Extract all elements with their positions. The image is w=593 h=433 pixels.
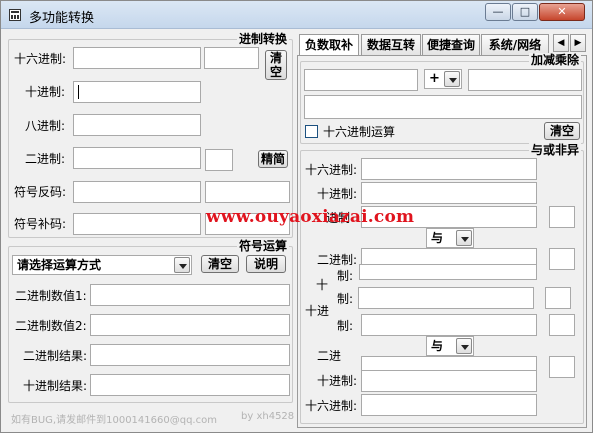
logic-hex1-label: 十六进制:: [305, 163, 358, 177]
dec-label: 十进制:: [25, 85, 66, 99]
logic-bin4-extra-input[interactable]: [549, 356, 575, 378]
ones-complement-label: 符号反码:: [14, 185, 67, 199]
logic-ghost-label-a: 制:: [337, 269, 354, 283]
logic-dec1-label: 十进制:: [317, 187, 358, 201]
title-bar: 多功能转换 — □ ✕: [1, 1, 592, 29]
symbol-ops-title: 符号运算: [237, 239, 290, 253]
tab-quick-query[interactable]: 便捷查询: [422, 34, 480, 55]
help-button[interactable]: 说明: [246, 255, 286, 273]
text-caret: [78, 85, 79, 99]
tab-data-convert[interactable]: 数据互转: [361, 34, 421, 55]
oct-input[interactable]: [73, 114, 201, 136]
hex-operation-label: 十六进制运算: [323, 125, 396, 139]
operation-select[interactable]: 请选择运算方式: [12, 255, 192, 275]
twos-complement-input[interactable]: [73, 213, 201, 235]
bin-label: 二进制:: [25, 152, 66, 166]
bin-value2-label: 二进制数值2:: [15, 319, 87, 333]
bin-value2-input[interactable]: [90, 314, 290, 336]
logic-hex2-label: 十六进制:: [305, 399, 358, 413]
logic-ghost-label-c: 制:: [337, 292, 354, 306]
operator-value: +: [429, 71, 440, 86]
arith-right-input[interactable]: [468, 69, 582, 91]
bin-result-input[interactable]: [90, 344, 290, 366]
logic-op1-select[interactable]: 与: [426, 228, 474, 248]
logic-bin1-extra-input[interactable]: [549, 206, 575, 228]
logic-hex1-input[interactable]: [361, 158, 537, 180]
hex-operation-checkbox[interactable]: [305, 125, 318, 138]
operation-select-value: 请选择运算方式: [17, 258, 102, 272]
twos-complement-label: 符号补码:: [14, 217, 67, 231]
logic-bin3-input[interactable]: [361, 314, 537, 336]
logic-dec3-label: 十进制:: [317, 374, 358, 388]
logic-bin3-label: 制:: [337, 319, 354, 333]
tab-scroll-left-button[interactable]: ◀: [553, 34, 569, 52]
logic-ghost-label-d: 二进: [317, 349, 342, 363]
logic-op2-select[interactable]: 与: [426, 336, 474, 356]
logic-bin2-extra-input[interactable]: [549, 248, 575, 270]
tab-system-network[interactable]: 系统/网络: [481, 34, 549, 55]
watermark-text: www.ouyaoxiazai.com: [206, 207, 415, 227]
bin-extra-input[interactable]: [205, 149, 233, 171]
simplify-button[interactable]: 精简: [258, 150, 288, 168]
dec-result-label: 十进制结果:: [23, 379, 88, 393]
bin-value1-input[interactable]: [90, 284, 290, 306]
tab-scroll-right-button[interactable]: ▶: [570, 34, 586, 52]
clear-arith-button[interactable]: 清空: [544, 122, 580, 140]
maximize-button[interactable]: □: [512, 3, 538, 21]
clear-base-label: 清空: [269, 51, 282, 79]
logic-dec1-input[interactable]: [361, 182, 537, 204]
chevron-right-icon: ▶: [574, 38, 582, 48]
dec-input[interactable]: [73, 81, 201, 103]
chevron-down-icon: [174, 257, 190, 273]
logic-bin3-extra-input[interactable]: [549, 314, 575, 336]
ones-complement-extra-input[interactable]: [205, 181, 290, 203]
bin-value1-label: 二进制数值1:: [15, 289, 87, 303]
logic-title: 与或非异: [529, 143, 582, 157]
bin-result-label: 二进制结果:: [23, 349, 88, 363]
arith-left-input[interactable]: [304, 69, 418, 91]
bin-input[interactable]: [73, 147, 201, 169]
logic-dec3-input[interactable]: [361, 370, 537, 392]
arith-title: 加减乘除: [529, 53, 582, 67]
logic-op1-value: 与: [431, 231, 444, 245]
clear-base-button[interactable]: 清空: [265, 50, 287, 80]
chevron-down-icon: [456, 338, 472, 354]
minimize-button[interactable]: —: [485, 3, 511, 21]
hex-label: 十六进制:: [14, 52, 67, 66]
logic-bin2-label: 二进制:: [317, 253, 358, 267]
logic-op2-value: 与: [431, 339, 444, 353]
clear-symbol-button[interactable]: 清空: [201, 255, 239, 273]
hex-extra-input[interactable]: [204, 47, 259, 69]
bug-report-note: 如有BUG,请发邮件到1000141660@qq.com: [11, 415, 217, 426]
logic-partial-dec-label: 十: [316, 278, 329, 292]
arith-result-input[interactable]: [304, 95, 582, 119]
chevron-down-icon: [456, 230, 472, 246]
logic-dec2-input[interactable]: [358, 287, 534, 309]
operator-select[interactable]: +: [424, 69, 462, 89]
chevron-left-icon: ◀: [557, 38, 565, 48]
logic-ghost-label-b: 十进: [305, 304, 330, 318]
ones-complement-input[interactable]: [73, 181, 201, 203]
oct-label: 八进制:: [25, 119, 66, 133]
window-title: 多功能转换: [29, 11, 95, 26]
logic-dec2-extra-input[interactable]: [545, 287, 571, 309]
app-window: 多功能转换 — □ ✕ 进制转换 十六进制: 清空 十进制: 八进制: 二进制:…: [0, 0, 593, 433]
chevron-down-icon: [444, 71, 460, 87]
logic-ghost-input-a[interactable]: [359, 264, 537, 280]
base-convert-title: 进制转换: [237, 32, 290, 46]
author-credit: by xh4528: [241, 411, 295, 422]
tab-negative-complement[interactable]: 负数取补: [299, 34, 359, 56]
dec-result-input[interactable]: [90, 374, 290, 396]
close-button[interactable]: ✕: [539, 3, 585, 21]
calculator-icon: [9, 9, 21, 21]
hex-input[interactable]: [73, 47, 201, 69]
logic-hex2-input[interactable]: [361, 394, 537, 416]
